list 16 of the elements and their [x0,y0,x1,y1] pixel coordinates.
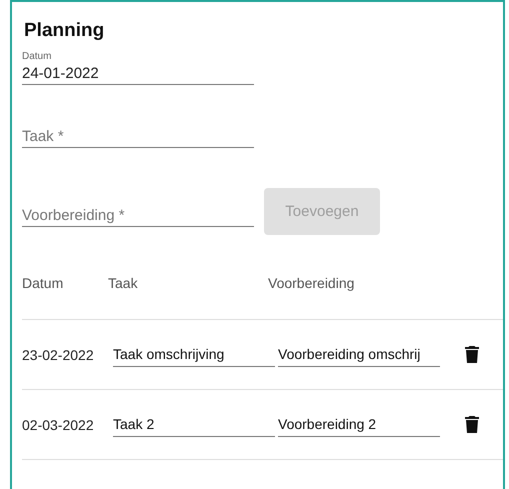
preparation-input[interactable]: Voorbereiding 2 [278,412,440,437]
column-header: Datum [22,275,64,291]
trash-icon[interactable] [465,416,479,433]
task-input[interactable]: Taak 2 [113,412,275,437]
preparation-input[interactable]: Voorbereiding omschrij [278,342,440,367]
task-field[interactable]: Taak * [22,125,254,148]
task-input[interactable]: Taak omschrijving [113,342,275,367]
date-cell-text: 02-03-2022 [22,416,95,432]
preparation-field[interactable]: Voorbereiding * [22,204,254,227]
column-header: Taak [108,275,139,291]
card-title: Planning [24,20,106,42]
date-cell-text: 23-02-2022 [22,346,95,362]
trash-icon[interactable] [465,346,479,363]
field-label: Datum [22,51,52,62]
column-header: Voorbereiding [268,275,356,291]
date-field[interactable]: 24-01-2022 [22,62,254,85]
